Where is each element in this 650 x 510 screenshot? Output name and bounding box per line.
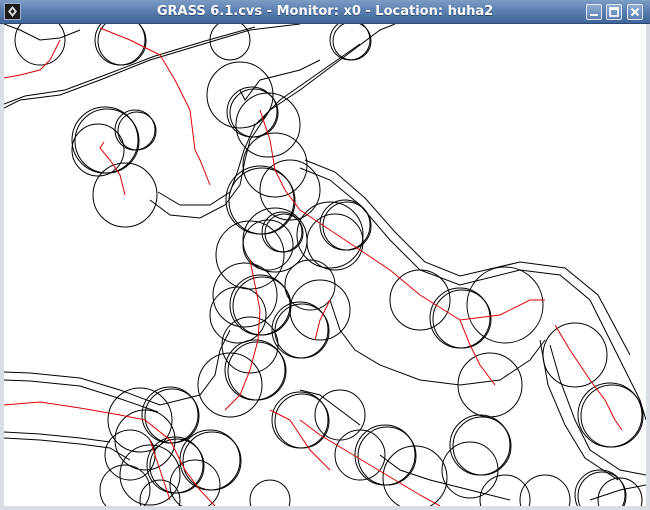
map-display-canvas[interactable]	[4, 24, 646, 506]
buffer-circle	[334, 429, 386, 481]
buffer-circle	[314, 389, 366, 441]
source-line	[4, 39, 61, 79]
buffer-circle	[274, 303, 330, 359]
maximize-icon	[609, 7, 619, 17]
buffer-circle	[242, 132, 308, 198]
buffer-circle	[209, 24, 251, 61]
map-vector-layer	[4, 24, 646, 506]
buffer-circle	[457, 352, 523, 418]
window-frame-right	[646, 24, 650, 510]
buffer-circle	[574, 469, 626, 506]
maximize-button[interactable]	[606, 4, 622, 20]
buffer-circle	[182, 431, 242, 491]
buffer-circle	[232, 276, 292, 336]
close-button[interactable]	[627, 4, 643, 20]
buffer-circle	[119, 444, 181, 506]
close-icon	[630, 7, 640, 17]
buffer-circle	[99, 464, 151, 506]
buffer-circle	[519, 474, 571, 506]
buffer-circle	[597, 477, 643, 506]
buffer-circle	[357, 426, 417, 486]
title-bar[interactable]: GRASS 6.1.cvs - Monitor: x0 - Location: …	[0, 0, 650, 24]
buffer-circle	[452, 416, 512, 476]
source-line	[99, 27, 211, 186]
buffer-circle	[479, 474, 531, 506]
buffer-circle	[249, 479, 291, 506]
buffer-circle	[580, 384, 644, 448]
minimize-button[interactable]	[586, 4, 602, 20]
buffer-circle	[104, 429, 156, 481]
buffer-circle	[71, 123, 125, 177]
source-line	[554, 324, 623, 431]
window-frame-bottom	[0, 506, 650, 510]
buffer-circle	[466, 266, 544, 344]
buffer-circle	[209, 286, 267, 344]
window-title: GRASS 6.1.cvs - Monitor: x0 - Location: …	[156, 4, 494, 19]
source-line	[149, 439, 171, 501]
buffer-circle	[227, 341, 287, 401]
buffer-circle	[432, 289, 492, 349]
grass-monitor-window: GRASS 6.1.cvs - Monitor: x0 - Location: …	[0, 0, 650, 510]
buffer-circle	[306, 213, 364, 271]
buffer-circle	[389, 269, 451, 331]
minimize-icon	[590, 14, 598, 16]
source-line	[259, 109, 545, 321]
buffer-circle	[332, 24, 372, 61]
buffer-circle	[577, 471, 627, 506]
buffer-circle	[284, 259, 336, 311]
source-line	[459, 319, 496, 386]
